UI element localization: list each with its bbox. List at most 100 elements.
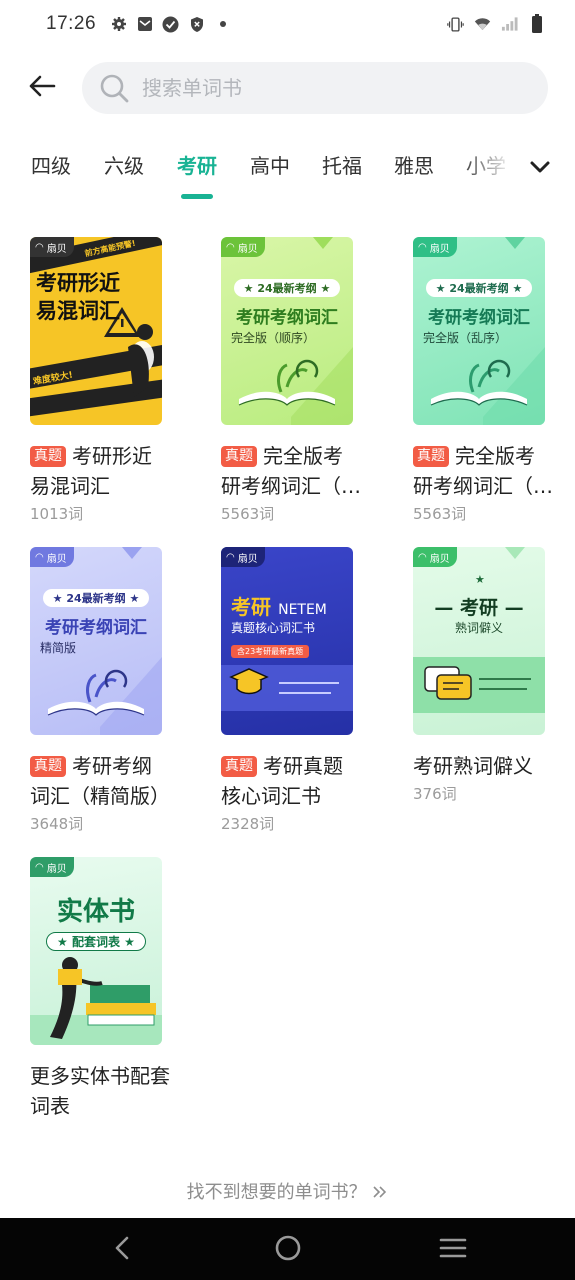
word-count: 1013词 bbox=[30, 505, 84, 523]
cant-find-book-link[interactable]: 找不到想要的单词书？ bbox=[0, 1178, 575, 1204]
cover-title: 实体书 bbox=[56, 897, 135, 927]
nav-recents-button[interactable] bbox=[435, 1232, 471, 1268]
shell-icon: ◠ bbox=[35, 551, 44, 563]
cover-subtitle: 完全版（顺序） bbox=[231, 331, 316, 345]
tag-badge: 真题 bbox=[221, 446, 257, 467]
cover-subtitle: 完全版（乱序） bbox=[423, 331, 508, 345]
svg-text:★: ★ bbox=[475, 573, 485, 586]
tag-badge: 真题 bbox=[221, 756, 257, 777]
book-card[interactable]: ★ ◠ 扇贝 — 考研 — 熟词僻义 考研熟词僻义 376词 bbox=[413, 547, 553, 804]
double-chevron-right-icon bbox=[372, 1182, 388, 1203]
cover-title: 考研考纲词汇 bbox=[45, 618, 147, 638]
check-circle-icon bbox=[162, 16, 179, 33]
book-card[interactable]: ◠ 扇贝 ★ 24最新考纲 ★ 考研考纲词汇 精简版 真题 考研考纲词汇（精简版） … bbox=[30, 547, 170, 834]
mail-icon bbox=[136, 16, 153, 33]
cover-subtitle: 精简版 bbox=[40, 641, 77, 655]
tag-badge: 真题 bbox=[30, 446, 66, 467]
search-header bbox=[0, 60, 575, 116]
book-cover: ◠ 扇贝 ★ 24最新考纲 ★ 考研考纲词汇 精简版 bbox=[30, 547, 162, 735]
book-cover: ◠ 扇贝 实体书 ★ 配套词表 ★ bbox=[30, 857, 162, 1045]
word-count: 3648词 bbox=[30, 815, 84, 833]
cover-badge: ★ 24最新考纲 ★ bbox=[221, 277, 353, 297]
status-time: 17:26 bbox=[46, 13, 97, 34]
brand-badge: ◠ 扇贝 bbox=[30, 857, 74, 877]
word-count: 2328词 bbox=[221, 815, 275, 833]
search-bar[interactable] bbox=[82, 62, 548, 114]
search-input[interactable] bbox=[142, 76, 522, 100]
book-card[interactable]: ◠ 扇贝 考研形近 易混词汇 难度较大! 前方高能预警! 真题 考研形近易混词汇 1… bbox=[30, 237, 170, 524]
shell-icon: ◠ bbox=[418, 551, 427, 563]
dot-icon bbox=[214, 16, 231, 33]
tab-toefl[interactable]: 托福 bbox=[322, 150, 362, 179]
vibrate-icon bbox=[447, 16, 464, 33]
book-title: 真题 考研形近易混词汇 bbox=[30, 444, 152, 498]
tab-high-school[interactable]: 高中 bbox=[250, 150, 290, 179]
shell-icon: ◠ bbox=[35, 861, 44, 873]
brand-badge: ◠ 扇贝 bbox=[413, 547, 457, 567]
book-title: 真题 考研考纲词汇（精简版） bbox=[30, 754, 170, 808]
book-title: 更多实体书配套词表 bbox=[30, 1064, 170, 1118]
tag-badge: 真题 bbox=[30, 756, 66, 777]
cover-subtitle: 真题核心词汇书 bbox=[231, 621, 316, 635]
book-cover: ★ ◠ 扇贝 — 考研 — 熟词僻义 bbox=[413, 547, 545, 735]
menu-icon bbox=[439, 1237, 467, 1263]
book-card[interactable]: ◠ 扇贝 考研 NETEM 真题核心词汇书 含23考研最新真题 真题 考研真题核心词… bbox=[221, 547, 361, 834]
nav-home-button[interactable] bbox=[270, 1232, 306, 1268]
cover-title: 考研考纲词汇 bbox=[236, 308, 338, 328]
shell-icon: ◠ bbox=[226, 241, 235, 253]
book-title: 考研熟词僻义 bbox=[413, 754, 533, 778]
cover-ribbon: 含23考研最新真题 bbox=[231, 639, 310, 658]
shell-icon: ◠ bbox=[35, 241, 44, 253]
shell-icon: ◠ bbox=[226, 551, 235, 563]
tab-primary[interactable]: 小学 bbox=[466, 150, 506, 179]
brand-badge: ◠ 扇贝 bbox=[413, 237, 457, 257]
tab-cet4[interactable]: 四级 bbox=[31, 150, 71, 179]
tab-cet6[interactable]: 六级 bbox=[104, 150, 144, 179]
brand-badge: ◠ 扇贝 bbox=[30, 237, 74, 257]
back-button[interactable] bbox=[24, 70, 60, 106]
cover-title: — 考研 — bbox=[434, 597, 524, 619]
tag-badge: 真题 bbox=[413, 446, 449, 467]
book-cover: ◠ 扇贝 ★ 24最新考纲 ★ 考研考纲词汇 完全版（顺序） bbox=[221, 237, 353, 425]
nav-back-button[interactable] bbox=[104, 1232, 140, 1268]
status-left-icons bbox=[110, 16, 231, 33]
word-count: 5563词 bbox=[221, 505, 275, 523]
book-title: 真题完全版考研考纲词汇（乱序） bbox=[413, 444, 553, 498]
book-card[interactable]: ◠ 扇贝 ★ 24最新考纲 ★ 考研考纲词汇 完全版（乱序） 真题 完全版考研考纲词… bbox=[413, 237, 553, 524]
signal-icon bbox=[501, 16, 518, 33]
shell-icon: ◠ bbox=[418, 241, 427, 253]
book-cover: ◠ 扇贝 考研 NETEM 真题核心词汇书 含23考研最新真题 bbox=[221, 547, 353, 735]
search-icon bbox=[98, 72, 130, 104]
category-tabs: 四级 六级 考研 高中 托福 雅思 小学 bbox=[0, 150, 575, 202]
tabs-expand-button[interactable] bbox=[522, 150, 558, 186]
gear-icon bbox=[110, 16, 127, 33]
cover-badge: ★ 24最新考纲 ★ bbox=[413, 277, 545, 297]
cover-subtitle: 熟词僻义 bbox=[454, 621, 503, 635]
book-title: 真题完全版考研考纲词汇（顺序） bbox=[221, 444, 361, 498]
arrow-left-icon bbox=[28, 74, 56, 102]
cover-badge: ★ 配套词表 ★ bbox=[30, 931, 162, 951]
battery-icon bbox=[528, 14, 545, 33]
status-right-icons bbox=[447, 14, 545, 33]
shield-icon bbox=[188, 16, 205, 33]
chevron-down-icon bbox=[529, 159, 551, 178]
word-count: 5563词 bbox=[413, 505, 467, 523]
wifi-icon bbox=[474, 16, 491, 33]
cover-title: 考研考纲词汇 bbox=[428, 308, 530, 328]
book-cover: ◠ 扇贝 ★ 24最新考纲 ★ 考研考纲词汇 完全版（乱序） bbox=[413, 237, 545, 425]
brand-badge: ◠ 扇贝 bbox=[221, 237, 265, 257]
status-bar: 17:26 bbox=[0, 0, 575, 48]
cover-title: 考研形近 易混词汇 bbox=[36, 271, 120, 323]
book-card[interactable]: ◠ 扇贝 ★ 24最新考纲 ★ 考研考纲词汇 完全版（顺序） 真题 完全版考研考纲词… bbox=[221, 237, 361, 524]
word-count: 376词 bbox=[413, 785, 457, 803]
tab-kaoyan[interactable]: 考研 bbox=[177, 150, 217, 179]
home-icon bbox=[274, 1234, 302, 1266]
back-icon bbox=[113, 1235, 131, 1265]
brand-badge: ◠ 扇贝 bbox=[221, 547, 265, 567]
tab-ielts[interactable]: 雅思 bbox=[394, 150, 434, 179]
book-cover: ◠ 扇贝 考研形近 易混词汇 难度较大! 前方高能预警! bbox=[30, 237, 162, 425]
cover-title: 考研 NETEM bbox=[231, 595, 327, 619]
cover-badge: ★ 24最新考纲 ★ bbox=[30, 587, 162, 607]
book-title: 真题 考研真题核心词汇书 bbox=[221, 754, 343, 808]
book-card[interactable]: ◠ 扇贝 实体书 ★ 配套词表 ★ 更多实体书配套词表 bbox=[30, 857, 170, 1121]
